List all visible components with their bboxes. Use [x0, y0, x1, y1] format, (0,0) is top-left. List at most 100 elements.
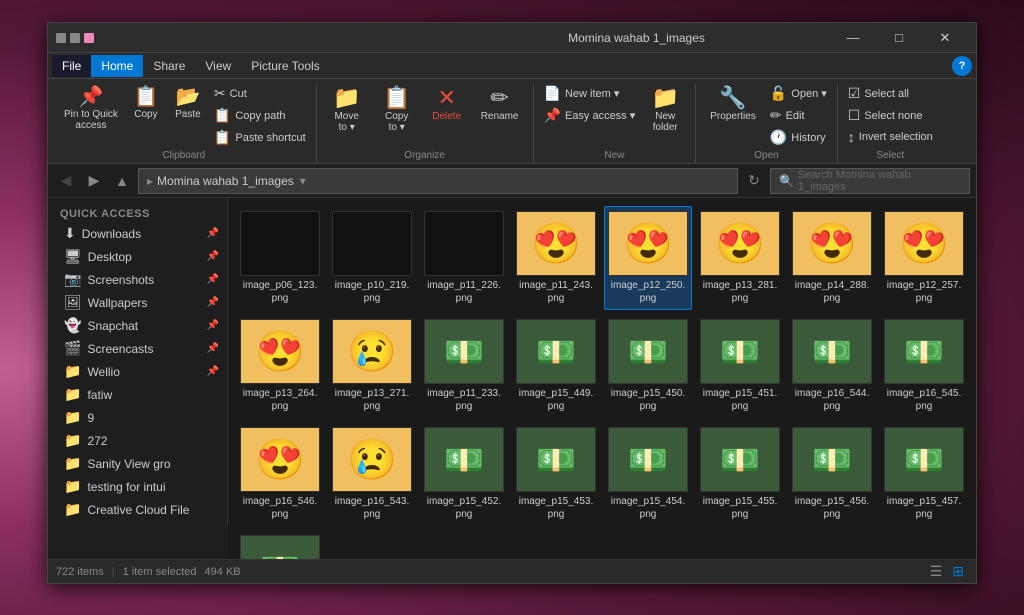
back-button[interactable]: ◀ [54, 169, 78, 193]
forward-button[interactable]: ▶ [82, 169, 106, 193]
file-name: image_p13_281.png [701, 279, 779, 305]
file-thumbnail: 💵 [424, 319, 504, 384]
ribbon-clipboard-content: 📌 Pin to Quickaccess 📋 Copy 📂 Paste ✂ Cu… [58, 83, 310, 148]
file-item[interactable]: 😍image_p12_250.png [604, 206, 692, 310]
new-folder-icon: 📁 [652, 87, 679, 109]
up-button[interactable]: ▲ [110, 169, 134, 193]
sidebar-item-desktop[interactable]: 🖥 Desktop 📌 [48, 245, 227, 268]
file-item[interactable]: 💵image_p15_457.png [880, 422, 968, 526]
sidebar-item-downloads[interactable]: ⬇ Downloads 📌 [48, 222, 227, 245]
easy-access-button[interactable]: 📌 Easy access ▾ [540, 105, 640, 126]
minimize-button[interactable]: — [830, 23, 876, 53]
file-item[interactable]: 💵image_p15_456.png [788, 422, 876, 526]
paste-shortcut-button[interactable]: 📋 Paste shortcut [210, 127, 310, 148]
menu-item-view[interactable]: View [195, 55, 241, 77]
file-item[interactable]: 😍image_p14_288.png [788, 206, 876, 310]
new-item-button[interactable]: 📄 New item ▾ [540, 83, 640, 104]
list-view-button[interactable]: ☰ [926, 562, 946, 582]
sidebar-item-screencasts-label: Screencasts [87, 342, 153, 356]
menu-item-home[interactable]: Home [91, 55, 143, 77]
file-item[interactable]: image_p06_123.png [236, 206, 324, 310]
file-item[interactable]: 💵image_p15_451.png [696, 314, 784, 418]
ribbon-new-content: 📄 New item ▾ 📌 Easy access ▾ 📁 Newfolder [540, 83, 690, 148]
menu-item-picture-tools[interactable]: Picture Tools [241, 55, 329, 77]
file-thumbnail: 😍 [608, 211, 688, 276]
sidebar-item-272[interactable]: 📁 272 [48, 429, 227, 452]
sidebar-item-9[interactable]: 📁 9 [48, 406, 227, 429]
select-all-button[interactable]: ☑ Select all [844, 83, 937, 104]
edit-button[interactable]: ✏ Edit [766, 105, 831, 126]
main-content: Quick access ⬇ Downloads 📌 🖥 Desktop 📌 📷… [48, 198, 976, 559]
menu-item-file[interactable]: File [52, 55, 91, 77]
properties-icon: 🔧 [719, 87, 746, 109]
copy-to-button[interactable]: 📋 Copyto ▾ [373, 83, 421, 137]
file-item[interactable]: 💵image_p15_454.png [604, 422, 692, 526]
rename-button[interactable]: ✏ Rename [473, 83, 527, 126]
help-button[interactable]: ? [952, 56, 972, 76]
sidebar-item-creative-cloud[interactable]: 📁 Creative Cloud File [48, 498, 227, 521]
address-field[interactable]: ▸ Momina wahab 1_images ▾ [138, 168, 738, 194]
sidebar-item-testing[interactable]: 📁 testing for intui [48, 475, 227, 498]
copy-button[interactable]: 📋 Copy [126, 83, 166, 124]
copy-icon: 📋 [133, 87, 158, 107]
grid-view-button[interactable]: ⊞ [948, 562, 968, 582]
delete-button[interactable]: ✕ Delete [423, 83, 471, 126]
search-field[interactable]: 🔍 Search Momina wahab 1_images [770, 168, 970, 194]
file-item[interactable]: 💵image_p11_233.png [420, 314, 508, 418]
close-button[interactable]: ✕ [922, 23, 968, 53]
sidebar-item-sanity[interactable]: 📁 Sanity View gro [48, 452, 227, 475]
paste-button[interactable]: 📂 Paste [168, 83, 208, 124]
file-item[interactable]: 💵image_p16_545.png [880, 314, 968, 418]
file-item[interactable]: 😍image_p16_546.png [236, 422, 324, 526]
file-item[interactable]: image_p11_226.png [420, 206, 508, 310]
sidebar-item-fatiw[interactable]: 📁 fatiw [48, 383, 227, 406]
window-title: Momina wahab 1_images [443, 31, 830, 45]
new-folder-button[interactable]: 📁 Newfolder [641, 83, 689, 137]
file-item[interactable]: image_p10_219.png [328, 206, 416, 310]
sidebar-item-wallpapers[interactable]: 🖼 Wallpapers 📌 [48, 291, 227, 314]
file-item[interactable]: 😍image_p13_281.png [696, 206, 784, 310]
sidebar-item-wellio[interactable]: 📁 Wellio 📌 [48, 360, 227, 383]
select-none-button[interactable]: ☐ Select none [844, 105, 937, 126]
sidebar-item-snapchat[interactable]: 👻 Snapchat 📌 [48, 314, 227, 337]
file-item[interactable]: 💵image_p15_458.png [236, 530, 324, 559]
ribbon-select-content: ☑ Select all ☐ Select none ↕ Invert sele… [844, 83, 937, 148]
menu-item-share[interactable]: Share [143, 55, 195, 77]
file-item[interactable]: 😍image_p12_257.png [880, 206, 968, 310]
open-icon: 🔓 [770, 85, 787, 102]
sidebar-item-creative-cloud-label: Creative Cloud File [87, 503, 189, 517]
file-item[interactable]: 😢image_p16_543.png [328, 422, 416, 526]
maximize-button[interactable]: □ [876, 23, 922, 53]
file-item[interactable]: 💵image_p15_450.png [604, 314, 692, 418]
file-thumbnail [424, 211, 504, 276]
copy-path-button[interactable]: 📋 Copy path [210, 105, 310, 126]
file-item[interactable]: 💵image_p15_449.png [512, 314, 600, 418]
file-thumbnail: 😍 [240, 427, 320, 492]
file-item[interactable]: 😢image_p13_271.png [328, 314, 416, 418]
file-item[interactable]: 💵image_p16_544.png [788, 314, 876, 418]
copy-path-icon: 📋 [214, 107, 231, 124]
file-item[interactable]: 😍image_p11_243.png [512, 206, 600, 310]
properties-button[interactable]: 🔧 Properties [702, 83, 764, 126]
title-icon-3 [84, 33, 94, 43]
ribbon-open-small: 🔓 Open ▾ ✏ Edit 🕐 History [766, 83, 831, 148]
file-item[interactable]: 💵image_p15_452.png [420, 422, 508, 526]
ribbon-clipboard-small: ✂ Cut 📋 Copy path 📋 Paste shortcut [210, 83, 310, 148]
address-path: Momina wahab 1_images [157, 174, 294, 188]
file-item[interactable]: 💵image_p15_455.png [696, 422, 784, 526]
pin-to-quick-access-button[interactable]: 📌 Pin to Quickaccess [58, 83, 124, 135]
file-item[interactable]: 😍image_p13_264.png [236, 314, 324, 418]
history-button[interactable]: 🕐 History [766, 127, 831, 148]
refresh-button[interactable]: ↻ [742, 169, 766, 193]
file-item[interactable]: 💵image_p15_453.png [512, 422, 600, 526]
file-size: 494 KB [205, 566, 241, 578]
open-button[interactable]: 🔓 Open ▾ [766, 83, 831, 104]
search-placeholder: Search Momina wahab 1_images [798, 169, 961, 193]
paste-shortcut-icon: 📋 [214, 129, 231, 146]
invert-selection-button[interactable]: ↕ Invert selection [844, 127, 937, 147]
sidebar-item-screencasts[interactable]: 🎬 Screencasts 📌 [48, 337, 227, 360]
move-to-button[interactable]: 📁 Moveto ▾ [323, 83, 371, 137]
address-dropdown[interactable]: ▾ [294, 174, 312, 188]
sidebar-item-screenshots[interactable]: 📷 Screenshots 📌 [48, 268, 227, 291]
cut-button[interactable]: ✂ Cut [210, 83, 310, 104]
